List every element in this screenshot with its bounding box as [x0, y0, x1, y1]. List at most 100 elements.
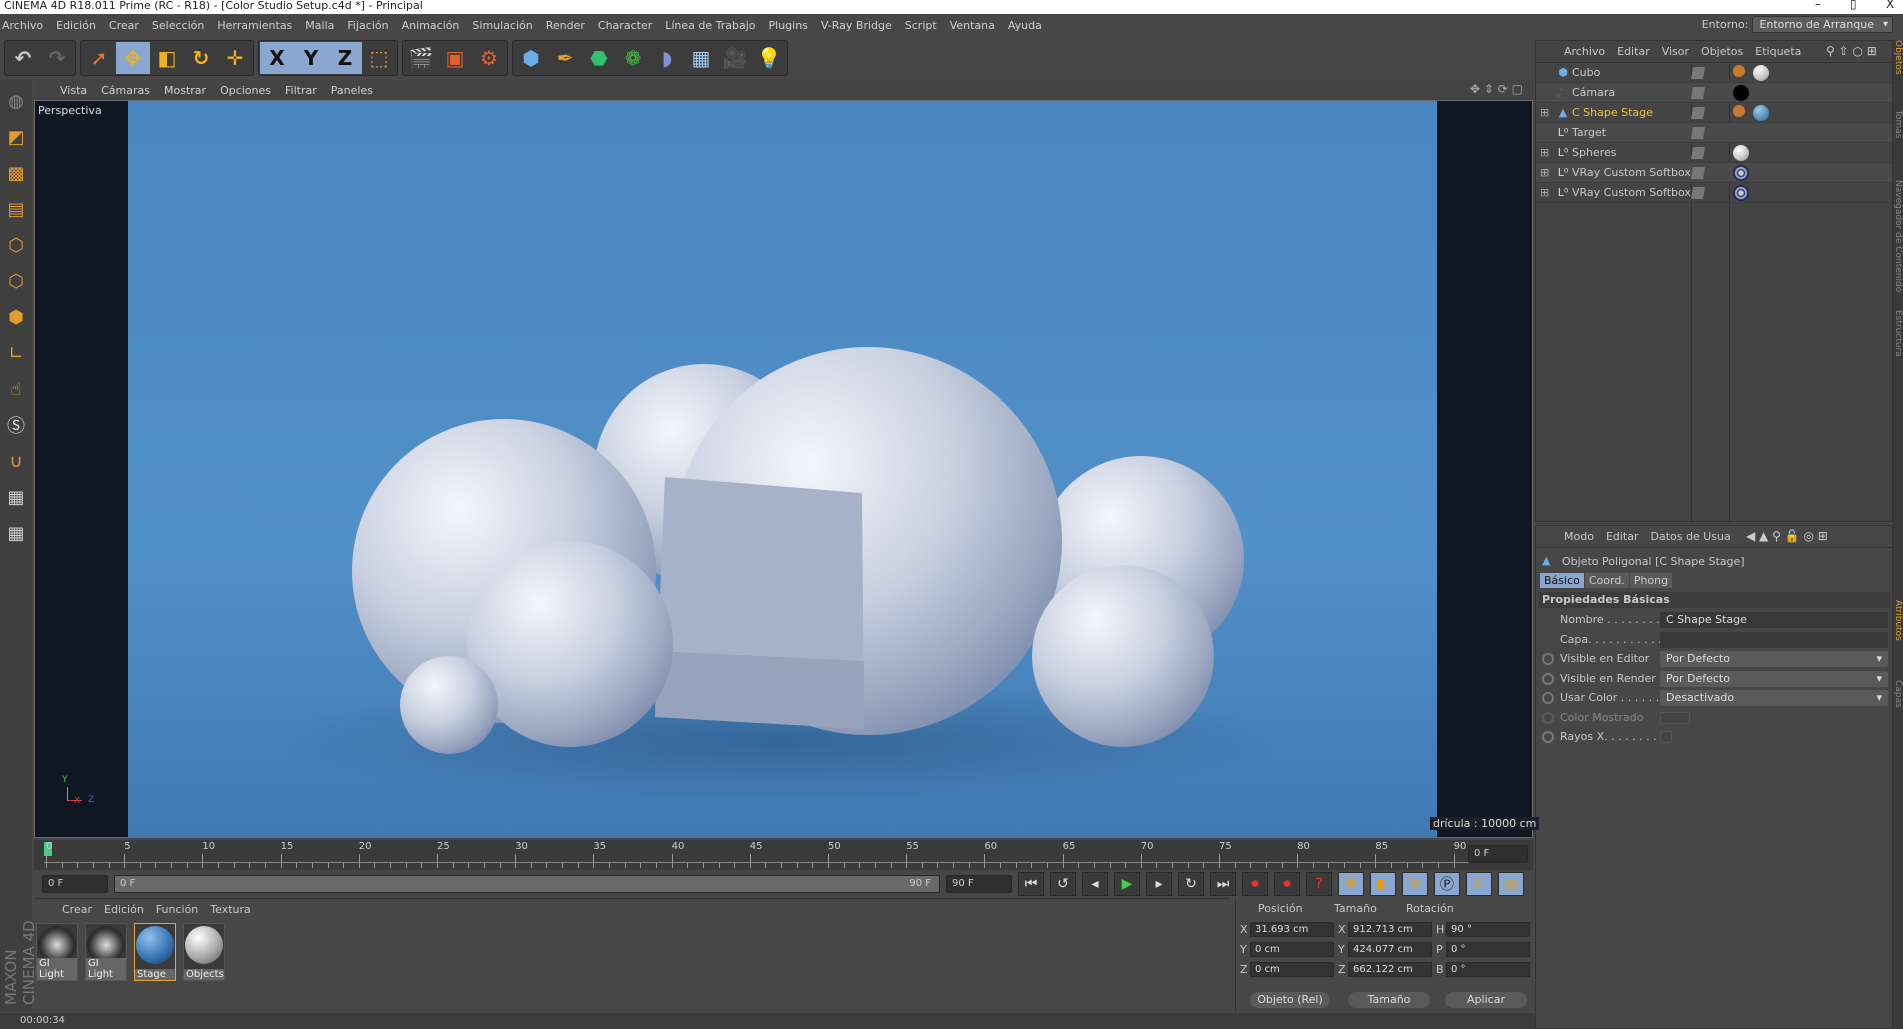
rotation-h-field[interactable]: 90 ° [1446, 922, 1530, 937]
move-icon[interactable]: ✥ [116, 42, 150, 74]
menu-0[interactable]: Archivo [2, 19, 43, 32]
visibility-toggle[interactable] [1690, 147, 1706, 159]
points-mode-icon[interactable]: ⬡ [2, 230, 30, 260]
mograph-cloner-icon[interactable]: ❁ [616, 42, 650, 74]
visibility-toggle[interactable] [1690, 67, 1706, 79]
close-button[interactable]: X [1886, 0, 1894, 10]
menu-2[interactable]: Crear [109, 19, 139, 32]
viewport-menu-0[interactable]: Vista [60, 84, 87, 97]
viewport-menu-2[interactable]: Mostrar [164, 84, 206, 97]
tag-icon[interactable] [1753, 65, 1769, 81]
xray-checkbox[interactable] [1660, 731, 1672, 743]
play-icon[interactable]: ▶ [1114, 872, 1140, 896]
object-row[interactable]: ⊞ L⁰ VRay Custom Softbox [1536, 163, 1892, 183]
key-parameter-icon[interactable]: Ⓟ [1434, 872, 1460, 896]
keyframe-selection-icon[interactable]: ? [1306, 872, 1332, 896]
material-swatch[interactable]: GI Light [36, 923, 78, 981]
coordinate-system-icon[interactable]: ⬚ [362, 42, 396, 74]
key-scale-icon[interactable]: ◧ [1370, 872, 1396, 896]
autokey-icon[interactable]: ⏺ [1274, 872, 1300, 896]
object-menu-4[interactable]: Etiqueta [1755, 45, 1801, 58]
material-menu-1[interactable]: Edición [104, 903, 144, 916]
animate-radio[interactable] [1542, 672, 1554, 685]
visibility-toggle[interactable] [1690, 107, 1706, 119]
tag-icon[interactable] [1733, 65, 1745, 77]
planar-workplane-icon[interactable]: ▦ [2, 518, 30, 548]
lock-workplane-icon[interactable]: ▦ [2, 482, 30, 512]
size-z-field[interactable]: 662.122 cm [1348, 962, 1432, 977]
last-tool-icon[interactable]: ✛ [218, 42, 252, 74]
environment-select[interactable]: Entorno de Arranque [1752, 16, 1893, 33]
render-picture-viewer-icon[interactable]: ▣ [438, 42, 472, 74]
rotation-b-field[interactable]: 0 ° [1446, 962, 1530, 977]
menu-15[interactable]: Ventana [950, 19, 995, 32]
current-frame-field[interactable]: 0 F [1468, 845, 1528, 863]
texture-mode-icon[interactable]: ▩ [2, 158, 30, 188]
tweak-mode-icon[interactable]: ☝ [2, 374, 30, 404]
record-icon[interactable]: ⏺ [1242, 872, 1268, 896]
visibility-toggle[interactable] [1690, 127, 1706, 139]
side-tab-5[interactable]: Capas [1893, 680, 1903, 708]
edges-mode-icon[interactable]: ⬡ [2, 266, 30, 296]
menu-3[interactable]: Selección [152, 19, 204, 32]
menu-6[interactable]: Fijación [347, 19, 388, 32]
field-value[interactable] [1660, 631, 1888, 648]
attribute-tab-2[interactable]: Phong [1629, 573, 1673, 588]
field-value[interactable]: Por Defecto [1660, 651, 1888, 667]
object-name[interactable]: Cámara [1572, 83, 1615, 103]
tag-icon[interactable] [1753, 105, 1769, 121]
expand-icon[interactable]: ⊞ [1540, 183, 1549, 203]
expand-icon[interactable]: ⊞ [1540, 163, 1549, 183]
tag-icon[interactable] [1733, 165, 1749, 181]
viewport-menu-1[interactable]: Cámaras [101, 84, 150, 97]
attribute-menu-1[interactable]: Editar [1606, 530, 1639, 543]
x-axis-icon[interactable]: X [260, 42, 294, 74]
material-swatch[interactable]: Stage [134, 923, 176, 981]
coordinate-mode-select[interactable]: Objeto (Rel) [1250, 992, 1330, 1008]
menu-12[interactable]: Plugins [769, 19, 808, 32]
object-row[interactable]: ⊞ ▲ C Shape Stage [1536, 103, 1892, 123]
menu-14[interactable]: Script [905, 19, 937, 32]
animate-radio[interactable] [1542, 731, 1554, 743]
menu-5[interactable]: Malla [305, 19, 334, 32]
go-to-end-icon[interactable]: ⏭ [1210, 872, 1236, 896]
menu-16[interactable]: Ayuda [1008, 19, 1042, 32]
attribute-tab-1[interactable]: Coord. [1584, 573, 1629, 588]
material-swatch[interactable]: GI Light [85, 923, 127, 981]
visibility-toggle[interactable] [1690, 187, 1706, 199]
object-menu-1[interactable]: Editar [1617, 45, 1650, 58]
magnet-icon[interactable]: ∪ [2, 446, 30, 476]
scale-icon[interactable]: ◧ [150, 42, 184, 74]
attribute-menu-2[interactable]: Datos de Usua [1651, 530, 1731, 543]
expand-icon[interactable]: ⊞ [1540, 103, 1549, 123]
previous-key-icon[interactable]: ↺ [1050, 872, 1076, 896]
tag-icon[interactable] [1733, 185, 1749, 201]
menu-4[interactable]: Herramientas [217, 19, 292, 32]
cube-icon[interactable]: ⬢ [514, 42, 548, 74]
pen-icon[interactable]: ✒ [548, 42, 582, 74]
workplane-icon[interactable]: ▤ [2, 194, 30, 224]
object-menu-0[interactable]: Archivo [1564, 45, 1605, 58]
next-key-icon[interactable]: ↻ [1178, 872, 1204, 896]
side-tab-4[interactable]: Atributos [1893, 600, 1903, 641]
object-menu-2[interactable]: Visor [1662, 45, 1689, 58]
animate-radio[interactable] [1542, 711, 1554, 724]
object-name[interactable]: VRay Custom Softbox [1572, 163, 1691, 183]
viewport-menu-3[interactable]: Opciones [220, 84, 271, 97]
object-panel-icons[interactable]: ⚲ ⇧ ○ ⊞ [1826, 44, 1877, 58]
viewport-menu-4[interactable]: Filtrar [285, 84, 317, 97]
material-menu-0[interactable]: Crear [62, 903, 92, 916]
restore-button[interactable]: ▯ [1850, 0, 1857, 10]
menu-13[interactable]: V-Ray Bridge [821, 19, 892, 32]
y-axis-icon[interactable]: Y [294, 42, 328, 74]
start-frame-field[interactable]: 0 F [42, 875, 108, 893]
attribute-nav-icons[interactable]: ◀ ▲ ⚲ 🔓 ◎ ⊞ [1746, 529, 1828, 543]
object-name[interactable]: VRay Custom Softbox [1572, 183, 1691, 203]
object-mode-icon[interactable]: ◩ [2, 122, 30, 152]
object-row[interactable]: L⁰ Target [1536, 123, 1892, 143]
field-value[interactable]: C Shape Stage [1660, 612, 1888, 628]
subdivision-icon[interactable]: ⬣ [582, 42, 616, 74]
object-row[interactable]: ⊞ L⁰ VRay Custom Softbox [1536, 183, 1892, 203]
object-row[interactable]: ⬢ Cubo [1536, 63, 1892, 83]
deformer-icon[interactable]: ◗ [650, 42, 684, 74]
